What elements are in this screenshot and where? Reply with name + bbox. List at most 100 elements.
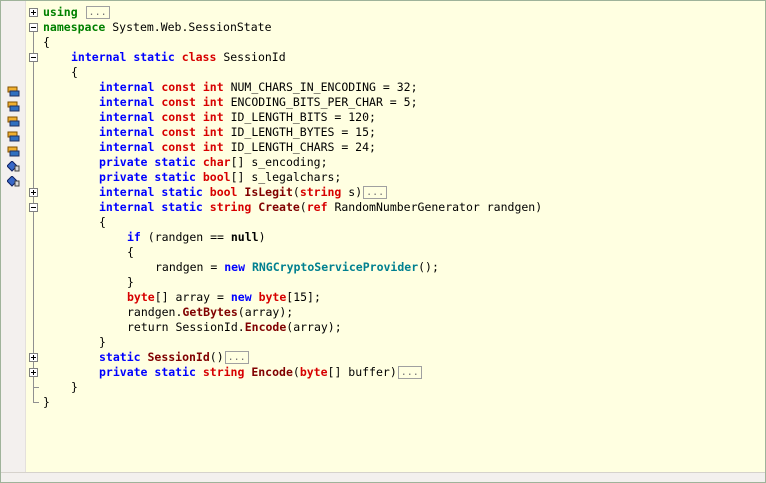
collapsed-region-button[interactable]: ... — [397, 366, 422, 379]
code-line-text: internal static class SessionId — [71, 50, 286, 65]
code-token: return — [127, 320, 176, 334]
code-line-text: } — [127, 275, 134, 290]
code-token: static — [99, 350, 148, 364]
code-token: int — [202, 80, 231, 94]
code-line[interactable]: { — [1, 215, 765, 230]
code-line-text: internal const int ID_LENGTH_BITS = 120; — [99, 110, 376, 125]
code-line-text: private static string Encode(byte[] buff… — [99, 365, 422, 380]
code-token: ) — [258, 230, 266, 244]
code-line-text: internal const int ENCODING_BITS_PER_CHA… — [99, 95, 418, 110]
code-line-text: randgen = new RNGCryptoServiceProvider()… — [155, 260, 439, 275]
code-token: { — [127, 245, 134, 259]
code-token: [] s_legalchars; — [230, 170, 342, 184]
expand-icon[interactable] — [29, 188, 38, 197]
code-line[interactable]: internal static string Create(ref Random… — [1, 200, 765, 215]
code-line[interactable]: } — [1, 395, 765, 410]
code-token: internal — [99, 125, 162, 139]
code-token: randgen. — [127, 305, 183, 319]
code-token: internal — [99, 80, 162, 94]
code-line[interactable]: internal const int ID_LENGTH_CHARS = 24; — [1, 140, 765, 155]
code-area[interactable]: using ... namespace System.Web.SessionSta… — [1, 1, 765, 482]
code-token: static — [161, 200, 210, 214]
collapse-icon[interactable] — [29, 53, 38, 62]
code-token: randgen = — [155, 260, 225, 274]
code-line[interactable]: internal const int ENCODING_BITS_PER_CHA… — [1, 95, 765, 110]
code-token: (array); — [237, 305, 294, 319]
code-token: internal — [99, 200, 162, 214]
code-token: internal — [99, 110, 162, 124]
code-line[interactable]: private static string Encode(byte[] buff… — [1, 365, 765, 380]
code-line[interactable]: internal static bool IsLegit(string s)..… — [1, 185, 765, 200]
code-token: class — [181, 50, 224, 64]
code-token: ENCODING_BITS_PER_CHAR = 5; — [230, 95, 418, 109]
code-token: { — [71, 65, 78, 79]
expand-icon[interactable] — [29, 353, 38, 362]
code-token: using — [43, 5, 85, 19]
code-line[interactable]: private static bool[] s_legalchars; — [1, 170, 765, 185]
code-token: private — [99, 170, 155, 184]
code-line[interactable]: namespace System.Web.SessionState — [1, 20, 765, 35]
code-line[interactable]: return SessionId.Encode(array); — [1, 320, 765, 335]
code-token: static — [154, 365, 203, 379]
code-line[interactable]: byte[] array = new byte[15]; — [1, 290, 765, 305]
code-token: const — [161, 125, 203, 139]
code-line[interactable]: internal static class SessionId — [1, 50, 765, 65]
code-token: int — [202, 125, 231, 139]
code-token: [] array = — [154, 290, 231, 304]
code-line-text: { — [127, 245, 134, 260]
code-line[interactable]: if (randgen == null) — [1, 230, 765, 245]
code-token: internal — [99, 185, 162, 199]
code-line[interactable]: { — [1, 245, 765, 260]
expand-icon[interactable] — [29, 8, 38, 17]
code-line[interactable]: using ... — [1, 5, 765, 20]
collapsed-region-button[interactable]: ... — [224, 351, 249, 364]
code-token: if — [127, 230, 148, 244]
code-line[interactable]: } — [1, 380, 765, 395]
code-token: } — [99, 335, 106, 349]
code-token: RandomNumberGenerator randgen) — [334, 200, 543, 214]
code-token: namespace — [43, 20, 113, 34]
code-line[interactable]: private static char[] s_encoding; — [1, 155, 765, 170]
code-token: static — [161, 185, 210, 199]
code-token: null — [230, 230, 259, 244]
code-token: ID_LENGTH_CHARS = 24; — [230, 140, 376, 154]
code-token: ref — [306, 200, 335, 214]
code-token: string — [202, 365, 252, 379]
code-token: (randgen == — [147, 230, 231, 244]
code-token: ID_LENGTH_BYTES = 15; — [230, 125, 376, 139]
code-line[interactable]: internal const int ID_LENGTH_BITS = 120; — [1, 110, 765, 125]
code-token: GetBytes — [182, 305, 238, 319]
code-line-text: } — [43, 395, 50, 410]
expand-icon[interactable] — [29, 368, 38, 377]
code-line[interactable]: { — [1, 65, 765, 80]
collapsed-region-button[interactable]: ... — [363, 186, 388, 199]
code-token: internal — [99, 95, 162, 109]
code-token: bool — [202, 170, 231, 184]
code-token: [15]; — [286, 290, 321, 304]
code-token: string — [209, 200, 259, 214]
code-token: char — [202, 155, 231, 169]
code-line-text: { — [43, 35, 50, 50]
code-token: s) — [348, 185, 363, 199]
code-editor[interactable]: using ... namespace System.Web.SessionSta… — [0, 0, 766, 483]
code-line[interactable]: randgen = new RNGCryptoServiceProvider()… — [1, 260, 765, 275]
code-token: [] s_encoding; — [230, 155, 328, 169]
code-line[interactable]: internal const int NUM_CHARS_IN_ENCODING… — [1, 80, 765, 95]
code-line[interactable]: { — [1, 35, 765, 50]
code-line[interactable]: static SessionId()... — [1, 350, 765, 365]
code-token: SessionId — [147, 350, 210, 364]
collapse-icon[interactable] — [29, 23, 38, 32]
code-line[interactable]: randgen.GetBytes(array); — [1, 305, 765, 320]
code-token: string — [299, 185, 349, 199]
code-token: Encode — [251, 365, 293, 379]
collapsed-region-button[interactable]: ... — [85, 6, 110, 19]
code-token: static — [154, 170, 203, 184]
code-line[interactable]: internal const int ID_LENGTH_BYTES = 15; — [1, 125, 765, 140]
collapse-icon[interactable] — [29, 203, 38, 212]
code-line[interactable]: } — [1, 335, 765, 350]
code-token: SessionId — [223, 50, 286, 64]
code-line-text: { — [99, 215, 106, 230]
horizontal-scrollbar[interactable] — [1, 472, 765, 482]
code-line[interactable]: } — [1, 275, 765, 290]
code-line-text: internal const int ID_LENGTH_CHARS = 24; — [99, 140, 376, 155]
